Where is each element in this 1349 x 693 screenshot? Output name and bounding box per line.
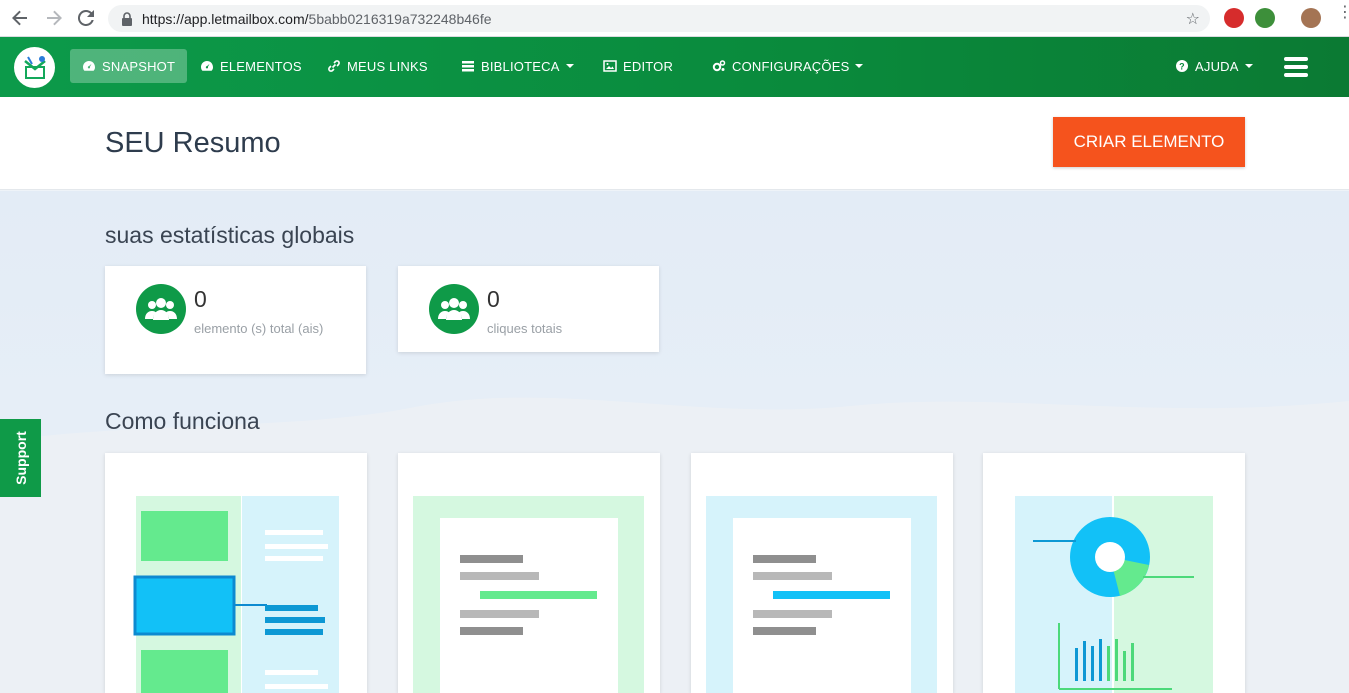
nav-elementos-label: ELEMENTOS (220, 58, 302, 74)
criar-elemento-button[interactable]: CRIAR ELEMENTO (1053, 117, 1245, 167)
nav-biblioteca[interactable]: BIBLIOTECA (449, 49, 586, 83)
nav-snapshot[interactable]: SNAPSHOT (70, 49, 188, 83)
nav-meus-links-label: MEUS LINKS (347, 58, 428, 74)
how-illustration-editor-green (413, 496, 644, 693)
dashboard-icon (201, 61, 213, 71)
svg-text:?: ? (1179, 62, 1185, 72)
browser-toolbar: https://app.letmailbox.com/5babb0216319a… (0, 0, 1349, 37)
back-icon[interactable] (4, 2, 36, 34)
how-section-title: Como funciona (105, 408, 260, 434)
nav-ajuda-label: AJUDA (1195, 58, 1239, 74)
nav-snapshot-label: SNAPSHOT (102, 58, 176, 74)
url-host: https://app.letmailbox.com/ (142, 10, 309, 27)
support-tab-label: Support (12, 431, 29, 485)
opera-extension-icon[interactable] (1224, 8, 1244, 28)
users-icon (429, 284, 479, 334)
chevron-down-icon (1244, 64, 1253, 68)
dashboard-icon (83, 61, 95, 71)
how-illustration-analytics (1015, 496, 1213, 693)
how-step-card-4 (983, 453, 1245, 693)
users-icon (136, 284, 186, 334)
hamburger-menu-icon[interactable] (1284, 57, 1308, 77)
nav-editor-label: EDITOR (623, 58, 674, 74)
how-step-card-1 (105, 453, 367, 693)
nav-biblioteca-label: BIBLIOTECA (481, 58, 560, 74)
help-icon: ? (1176, 60, 1188, 72)
list-icon (462, 61, 474, 72)
image-icon (603, 60, 617, 72)
lock-icon (122, 11, 132, 26)
menu-dots-icon[interactable]: ⋮ (1337, 5, 1349, 21)
nav-editor[interactable]: EDITOR (591, 49, 685, 83)
stat-label: elemento (s) total (ais) (194, 321, 324, 336)
nav-configuracoes[interactable]: CONFIGURAÇÕES (700, 49, 875, 83)
chevron-down-icon (855, 64, 864, 68)
page-header: SEU Resumo CRIAR ELEMENTO (0, 97, 1349, 190)
gears-icon (712, 60, 726, 72)
nav-elementos[interactable]: ELEMENTOS (188, 49, 314, 83)
page-title: SEU Resumo (105, 127, 281, 159)
how-step-card-2 (398, 453, 660, 693)
chevron-down-icon (565, 64, 574, 68)
reload-icon[interactable] (70, 2, 102, 34)
stat-label: cliques totais (487, 321, 563, 336)
forward-icon[interactable] (38, 2, 70, 34)
stat-card-cliques: 0 cliques totais (398, 266, 659, 352)
profile-avatar[interactable] (1301, 8, 1321, 28)
globe-extension-icon[interactable] (1255, 8, 1275, 28)
support-tab[interactable]: Support (0, 419, 41, 497)
stat-card-elementos: 0 elemento (s) total (ais) (105, 266, 366, 374)
how-illustration-editor-blue (706, 496, 937, 693)
stats-section-title: suas estatísticas globais (105, 222, 355, 248)
how-illustration-capture (133, 496, 339, 693)
app-logo[interactable] (14, 47, 55, 88)
address-bar[interactable]: https://app.letmailbox.com/5babb0216319a… (108, 5, 1210, 32)
logo-icon (23, 55, 46, 79)
main-navbar: SNAPSHOT ELEMENTOS MEUS LINKS BIBLIOTECA… (0, 37, 1349, 97)
nav-meus-links[interactable]: MEUS LINKS (315, 49, 440, 83)
nav-configuracoes-label: CONFIGURAÇÕES (732, 58, 850, 74)
url-path: 5babb0216319a732248b46fe (308, 10, 492, 27)
how-step-card-3 (691, 453, 953, 693)
link-icon (328, 60, 340, 72)
stat-value: 0 (487, 286, 500, 312)
stat-value: 0 (194, 286, 207, 312)
bookmark-star-icon[interactable]: ☆ (1186, 9, 1200, 29)
nav-ajuda[interactable]: ? AJUDA (1163, 49, 1265, 83)
